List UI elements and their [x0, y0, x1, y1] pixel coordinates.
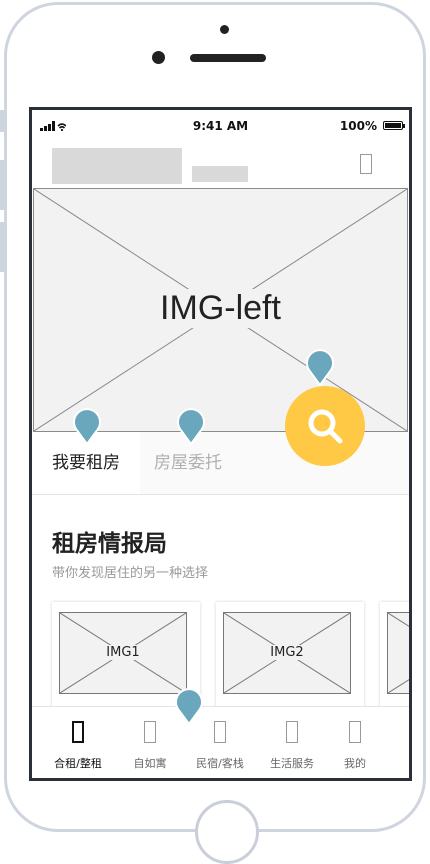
section-subtitle: 带你发现居住的另一种选择 — [52, 566, 209, 581]
front-camera — [152, 51, 165, 64]
search-icon — [308, 409, 343, 444]
city-selector-placeholder[interactable] — [192, 166, 248, 182]
hotspot-pin-icon — [175, 688, 203, 725]
message-icon[interactable] — [360, 154, 372, 174]
card-image — [387, 612, 409, 694]
tabbar-item-services[interactable]: 生活服务 — [256, 707, 328, 778]
services-icon — [286, 721, 298, 743]
tabbar-label: 自如寓 — [133, 757, 167, 770]
info-card[interactable] — [380, 602, 409, 712]
hotspot-pin-icon — [306, 349, 334, 386]
home-button[interactable] — [195, 800, 259, 864]
volume-up-button — [0, 160, 4, 210]
tabbar-label: 生活服务 — [270, 757, 314, 770]
battery-icon — [383, 121, 405, 130]
hotspot-pin-icon — [73, 408, 101, 445]
image-placeholder-icon — [388, 613, 409, 693]
search-button[interactable] — [285, 386, 365, 466]
logo-placeholder — [52, 148, 182, 184]
tabbar-item-shared-rent[interactable]: 合租/整租 — [42, 707, 114, 778]
profile-icon — [349, 721, 361, 743]
tabbar-item-profile[interactable]: 我的 — [319, 707, 391, 778]
card-image-label: IMG2 — [265, 645, 309, 660]
battery-percent: 100% — [339, 119, 377, 133]
earpiece — [190, 54, 266, 62]
app-screen: 9:41 AM 100% IMG-left 我要租房 房屋委托 租房情报局 带你… — [29, 107, 412, 781]
card-image-label: IMG1 — [101, 645, 145, 660]
status-bar: 9:41 AM 100% — [32, 110, 409, 142]
card-image: IMG1 — [59, 612, 187, 694]
card-image: IMG2 — [223, 612, 351, 694]
tabbar-label: 民宿/客栈 — [196, 757, 244, 770]
hotspot-pin-icon — [177, 408, 205, 445]
tabbar-label: 我的 — [344, 757, 366, 770]
bottom-tabbar: 合租/整租 自如寓 民宿/客栈 生活服务 我的 — [32, 706, 409, 778]
volume-down-button — [0, 222, 4, 272]
tabbar-label: 合租/整租 — [54, 757, 102, 770]
apartment-icon — [144, 721, 156, 743]
home-icon — [72, 721, 84, 743]
hero-caption: IMG-left — [145, 289, 296, 328]
mute-switch — [0, 110, 4, 132]
homestay-icon — [214, 721, 226, 743]
front-sensor — [220, 25, 229, 34]
info-card[interactable]: IMG2 — [216, 602, 364, 712]
section-title: 租房情报局 — [52, 531, 167, 557]
